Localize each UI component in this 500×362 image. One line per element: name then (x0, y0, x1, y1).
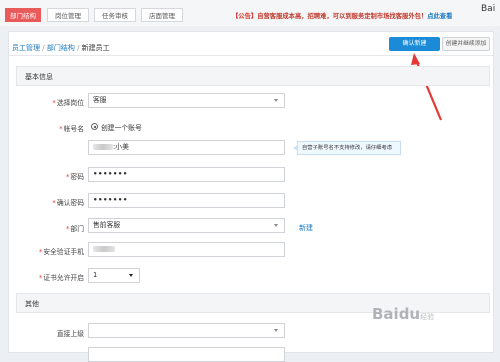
create-account-radio[interactable] (91, 123, 98, 130)
security-phone-label: *安全验证手机 (38, 248, 84, 256)
chevron-down-icon (274, 329, 278, 332)
supervisor-select[interactable] (88, 323, 285, 338)
watermark-sub: 经验 (420, 313, 435, 321)
department-label-text: 部门 (70, 225, 84, 233)
chevron-down-icon (274, 99, 278, 102)
account-name-input[interactable]: :小美 (88, 140, 285, 155)
supervisor-label: 直接上级 (14, 328, 84, 338)
watermark-brand: Baidu (372, 305, 421, 323)
new-department-link[interactable]: 新建 (299, 223, 313, 233)
blurred-store-name (93, 144, 113, 150)
next-field-partial[interactable] (88, 347, 285, 362)
position-label-text: 选择岗位 (56, 99, 84, 107)
account-label-text: 帐号名 (63, 125, 84, 133)
watermark: Baidu经验 (372, 305, 434, 323)
security-phone-label-text: 安全验证手机 (43, 248, 84, 256)
account-name-suffix: :小美 (113, 143, 129, 151)
section-basic-info: 基本信息 (16, 66, 490, 86)
arrow-head (411, 53, 420, 65)
create-account-option: 创建一个账号 (101, 124, 142, 132)
password-label: *密码 (66, 173, 84, 181)
position-select[interactable]: 客服 (88, 93, 285, 108)
chevron-down-icon (274, 224, 278, 227)
confirm-password-label: *确认密码 (52, 199, 84, 207)
certificate-label: *证书允许开启 (38, 274, 84, 282)
blurred-phone-number (93, 246, 115, 252)
certificate-select[interactable]: 1 (88, 268, 140, 283)
position-select-value: 客服 (93, 96, 107, 104)
account-hint-tooltip: 自营子账号名不支持修改，请仔细考虑 (293, 141, 401, 155)
department-select-value: 售前客服 (93, 221, 121, 229)
section-other-title: 其他 (25, 300, 39, 308)
section-basic-info-title: 基本信息 (25, 73, 53, 81)
security-phone-input[interactable] (88, 242, 285, 257)
confirm-password-input[interactable]: ••••••• (88, 193, 285, 208)
certificate-select-value: 1 (93, 271, 98, 279)
position-label: *选择岗位 (52, 99, 84, 107)
certificate-label-text: 证书允许开启 (43, 274, 84, 282)
supervisor-label-text: 直接上级 (56, 330, 84, 338)
department-label: *部门 (66, 225, 84, 233)
password-label-text: 密码 (70, 173, 84, 181)
department-select[interactable]: 售前客服 (88, 218, 285, 233)
chevron-down-icon (129, 274, 133, 277)
password-input[interactable]: ••••••• (88, 167, 285, 182)
account-label: *帐号名 (59, 125, 84, 133)
confirm-password-label-text: 确认密码 (56, 199, 84, 207)
